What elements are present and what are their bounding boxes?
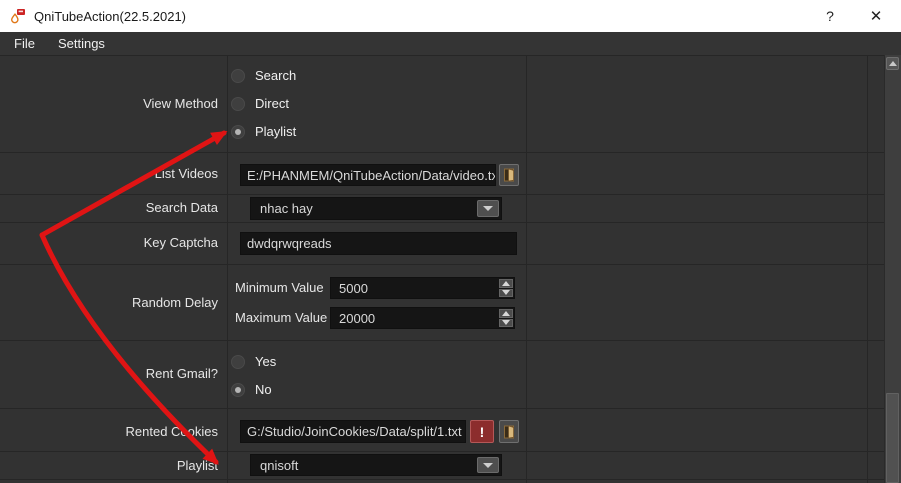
field-label-rented-cookies: Rented Cookies [0,424,218,440]
radio-icon [231,97,245,111]
grid-line [0,479,884,480]
open-file-icon [503,168,516,182]
minimum-value-label: Minimum Value [235,280,324,296]
radio-option-label: Search [255,68,296,83]
field-label-rent-gmail: Rent Gmail? [0,366,218,382]
radio-icon-selected [231,125,245,139]
grid-line [867,55,868,483]
browse-list-videos-button[interactable] [499,164,519,186]
help-button[interactable]: ? [815,0,845,32]
field-label-view-method: View Method [0,96,218,112]
menu-settings[interactable]: Settings [54,36,109,51]
title-bar: QniTubeAction(22.5.2021) ? ✕ [0,0,901,32]
playlist-combobox[interactable]: qnisoft [250,454,502,476]
menu-bar: File Settings [0,32,901,55]
spin-buttons [499,309,513,327]
radio-option-label: No [255,382,272,397]
radio-rent-gmail-yes[interactable]: Yes [231,354,276,369]
list-videos-input[interactable] [240,164,496,186]
spin-up-button[interactable] [499,309,513,318]
open-file-icon [503,425,516,439]
field-label-search-data: Search Data [0,200,218,216]
grid-line [0,152,884,153]
minimum-value-spinbox[interactable]: 5000 [330,277,515,299]
window-title: QniTubeAction(22.5.2021) [34,9,186,24]
field-label-list-videos: List Videos [0,166,218,182]
radio-icon [231,355,245,369]
grid-line [0,194,884,195]
grid-line [0,451,884,452]
maximum-value-label: Maximum Value [235,310,327,326]
dropdown-button[interactable] [477,200,499,217]
field-label-random-delay: Random Delay [0,295,218,311]
key-captcha-input[interactable] [240,232,517,255]
triangle-up-icon [502,281,510,286]
triangle-up-icon [889,61,897,66]
spinbox-value: 20000 [339,308,375,328]
radio-icon [231,69,245,83]
combobox-value: qnisoft [260,455,298,475]
menu-file[interactable]: File [10,36,39,51]
app-logo-icon [10,8,26,24]
radio-view-method-direct[interactable]: Direct [231,96,289,111]
dropdown-button[interactable] [477,457,499,473]
spin-buttons [499,279,513,297]
spin-down-button[interactable] [499,319,513,328]
grid-line [227,55,228,483]
combobox-value: nhac hay [260,198,313,219]
scrollbar-thumb[interactable] [886,393,899,483]
browse-rented-cookies-button[interactable] [499,420,519,443]
grid-line [0,55,901,56]
cookies-alert-button[interactable]: ! [470,420,494,443]
spinbox-value: 5000 [339,278,368,298]
radio-rent-gmail-no[interactable]: No [231,382,272,397]
grid-line [0,222,884,223]
search-data-combobox[interactable]: nhac hay [250,197,502,220]
scrollbar-up-button[interactable] [886,57,899,70]
radio-option-label: Direct [255,96,289,111]
radio-view-method-search[interactable]: Search [231,68,296,83]
radio-option-label: Yes [255,354,276,369]
radio-icon-selected [231,383,245,397]
form-area [0,55,901,483]
rented-cookies-input[interactable] [240,420,466,443]
triangle-down-icon [502,290,510,295]
chevron-down-icon [483,463,493,468]
field-label-key-captcha: Key Captcha [0,235,218,251]
triangle-down-icon [502,320,510,325]
radio-view-method-playlist[interactable]: Playlist [231,124,296,139]
grid-line [526,55,527,483]
spin-down-button[interactable] [499,289,513,298]
radio-option-label: Playlist [255,124,296,139]
spin-up-button[interactable] [499,279,513,288]
grid-line [0,340,884,341]
grid-line [0,408,884,409]
close-button[interactable]: ✕ [861,0,891,32]
chevron-down-icon [483,206,493,211]
field-label-playlist: Playlist [0,458,218,474]
grid-line [0,264,884,265]
triangle-up-icon [502,311,510,316]
maximum-value-spinbox[interactable]: 20000 [330,307,515,329]
app-window: QniTubeAction(22.5.2021) ? ✕ File Settin… [0,0,901,483]
